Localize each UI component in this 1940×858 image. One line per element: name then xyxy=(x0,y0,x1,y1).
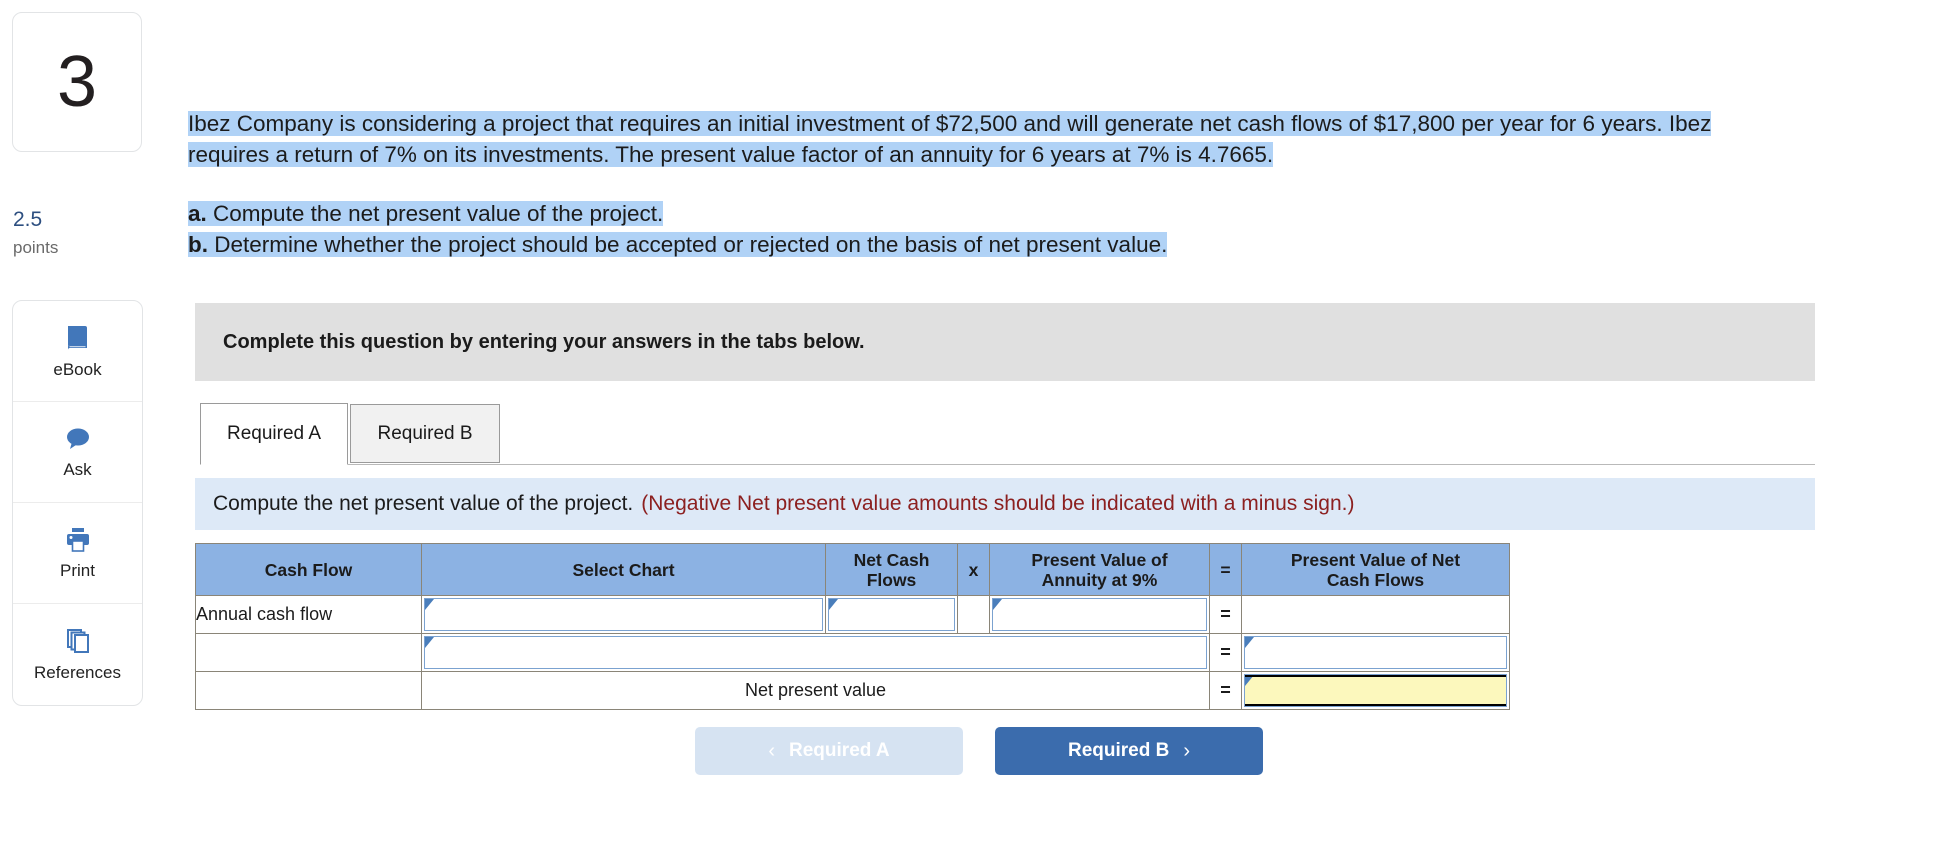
ebook-icon xyxy=(63,323,93,353)
row2-equals-cell: = xyxy=(1209,633,1242,672)
tool-ebook[interactable]: eBook xyxy=(13,301,142,402)
question-part-b: b. Determine whether the project should … xyxy=(188,229,1788,260)
th-select-chart: Select Chart xyxy=(421,543,826,596)
part-b-marker: b. xyxy=(188,232,208,257)
row1-net-cash-flows-input[interactable] xyxy=(828,598,955,631)
row2-pv-net-cash-flows-cell xyxy=(1241,633,1510,672)
row1-cash-flow-label: Annual cash flow xyxy=(195,595,422,634)
th-pv-annuity: Present Value of Annuity at 9% xyxy=(989,543,1210,596)
points-label: points xyxy=(13,238,59,257)
nav-button-group: ‹ Required A Required B › xyxy=(695,727,1263,775)
answer-table: Cash Flow Select Chart Net Cash Flows x … xyxy=(195,543,1510,710)
th-pv-net-cash-flows: Present Value of Net Cash Flows xyxy=(1241,543,1510,596)
tool-print[interactable]: Print xyxy=(13,503,142,604)
th-pv-annuity-l1: Present Value of xyxy=(1031,549,1168,570)
question-text: Ibez Company is considering a project th… xyxy=(188,108,1788,260)
question-number: 3 xyxy=(56,42,98,122)
tool-label-ask: Ask xyxy=(63,459,92,479)
th-pv-annuity-l2: Annuity at 9% xyxy=(1041,569,1158,590)
th-multiply-symbol: x xyxy=(957,543,990,596)
question-body: Ibez Company is considering a project th… xyxy=(188,111,1712,167)
prev-required-a-button[interactable]: ‹ Required A xyxy=(695,727,963,775)
row3-cash-flow-label xyxy=(195,671,422,710)
left-rail: 3 2.5 points eBook Ask Print References xyxy=(0,0,150,858)
row3-net-present-value-label: Net present value xyxy=(421,671,1210,710)
prompt-main-text: Compute the net present value of the pro… xyxy=(213,492,634,515)
tool-references[interactable]: References xyxy=(13,604,142,705)
part-b-text: Determine whether the project should be … xyxy=(214,232,1168,257)
chevron-right-icon: › xyxy=(1183,739,1191,762)
row2-cash-flow-label xyxy=(195,633,422,672)
tab-underline xyxy=(200,464,1815,465)
row1-select-chart-dropdown[interactable] xyxy=(424,598,823,631)
row1-multiply-cell xyxy=(957,595,990,634)
instruction-bar-text: Complete this question by entering your … xyxy=(223,330,865,353)
question-spacer xyxy=(188,170,1788,198)
tab-label-required-b: Required B xyxy=(377,422,473,444)
table-header-row: Cash Flow Select Chart Net Cash Flows x … xyxy=(195,543,1510,596)
prompt-note-text: (Negative Net present value amounts shou… xyxy=(641,492,1355,515)
tab-required-a[interactable]: Required A xyxy=(200,403,348,465)
row2-pv-net-wrap xyxy=(1242,634,1509,671)
row1-pv-annuity-cell xyxy=(989,595,1210,634)
row1-select-chart-cell xyxy=(421,595,826,634)
part-a-marker: a. xyxy=(188,201,207,226)
row2-pv-net-cash-flows-input[interactable] xyxy=(1244,636,1507,669)
ask-chat-icon xyxy=(63,425,93,453)
next-button-label: Required B xyxy=(1067,740,1170,761)
row1-select-chart-wrap xyxy=(422,596,825,633)
points-value: 2.5 xyxy=(13,208,43,231)
row1-equals-cell: = xyxy=(1209,595,1242,634)
next-required-b-button[interactable]: Required B › xyxy=(995,727,1263,775)
instruction-bar: Complete this question by entering your … xyxy=(195,303,1815,381)
part-a-text: Compute the net present value of the pro… xyxy=(213,201,664,226)
tab-strip: Required A Required B xyxy=(200,403,1815,478)
row2-select-chart-wrap xyxy=(422,634,1209,671)
tool-ask[interactable]: Ask xyxy=(13,402,142,503)
chevron-left-icon: ‹ xyxy=(768,739,776,762)
tool-panel: eBook Ask Print References xyxy=(12,300,143,706)
th-net-cash-flows-l2: Flows xyxy=(866,569,917,590)
th-net-cash-flows-l1: Net Cash xyxy=(853,549,930,570)
row3-net-present-value-input[interactable] xyxy=(1244,674,1507,707)
row1-pv-net-cash-flows-cell xyxy=(1241,595,1510,634)
tab-label-required-a: Required A xyxy=(226,423,321,444)
th-net-cash-flows: Net Cash Flows xyxy=(825,543,958,596)
question-number-box: 3 xyxy=(12,12,142,152)
row3-npv-wrap xyxy=(1242,672,1509,709)
tool-label-ebook: eBook xyxy=(53,359,102,379)
row3-equals-cell: = xyxy=(1209,671,1242,710)
references-icon xyxy=(63,626,93,656)
tool-label-references: References xyxy=(34,663,121,682)
th-equals-symbol: = xyxy=(1209,543,1242,596)
table-row: Net present value = xyxy=(195,671,1510,710)
row1-pv-annuity-wrap xyxy=(990,596,1209,633)
npv-bottom-rule xyxy=(1245,704,1506,706)
row2-select-chart-dropdown[interactable] xyxy=(424,636,1207,669)
tool-label-print: Print xyxy=(60,560,95,580)
question-part-a: a. Compute the net present value of the … xyxy=(188,198,1788,229)
th-pv-net-l1: Present Value of Net xyxy=(1290,549,1461,570)
row2-select-chart-cell xyxy=(421,633,1210,672)
row1-net-cash-flows-wrap xyxy=(826,596,957,633)
row1-net-cash-flows-cell xyxy=(825,595,958,634)
prev-button-label: Required A xyxy=(789,740,890,761)
row3-net-present-value-cell xyxy=(1241,671,1510,710)
print-icon xyxy=(63,526,93,554)
npv-top-rule xyxy=(1245,675,1506,677)
prompt-bar: Compute the net present value of the pro… xyxy=(195,478,1815,530)
th-pv-net-l2: Cash Flows xyxy=(1326,569,1425,590)
table-row: = xyxy=(195,633,1510,672)
th-cash-flow: Cash Flow xyxy=(195,543,422,596)
table-row: Annual cash flow = xyxy=(195,595,1510,634)
row1-pv-annuity-input[interactable] xyxy=(992,598,1207,631)
exercise-page: 3 2.5 points eBook Ask Print References … xyxy=(0,0,1940,858)
tab-required-b[interactable]: Required B xyxy=(350,404,500,463)
